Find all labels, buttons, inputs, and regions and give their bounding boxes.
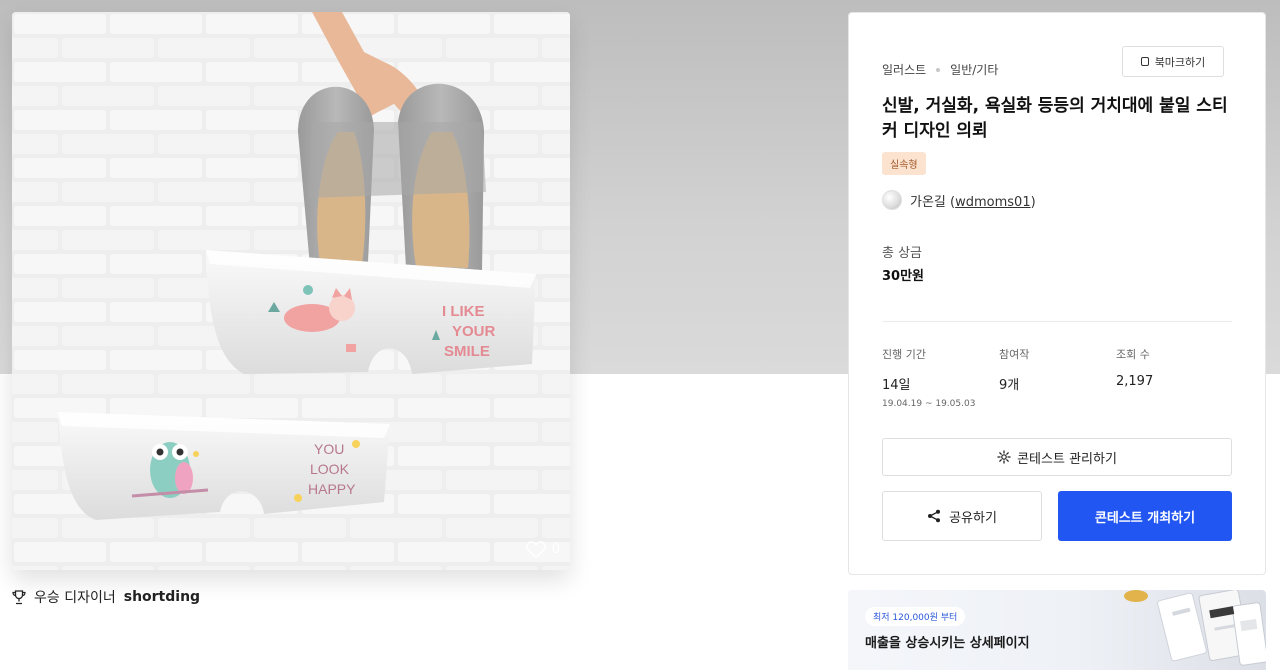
views-value: 2,197 [1116, 374, 1154, 389]
stat-period: 진행 기간 14일 19.04.19 ~ 19.05.03 [882, 346, 975, 409]
entries-value: 9개 [999, 378, 1020, 393]
author-id-link[interactable]: wdmoms01 [955, 195, 1030, 210]
winner-prefix: 우승 디자이너 [34, 590, 116, 606]
bookmark-label: 북마크하기 [1154, 55, 1206, 69]
author-avatar[interactable] [882, 190, 902, 210]
ad-visual-image [1124, 590, 1266, 666]
like-counter[interactable]: 0 [525, 541, 560, 558]
like-count: 0 [551, 542, 560, 557]
contest-info-card: 일러스트 일반/기타 북마크하기 신발, 거실화, 욕실화 등등의 거치대에 붙… [848, 12, 1266, 575]
winner-designer: 우승 디자이너 shortding [12, 587, 200, 607]
manage-contest-label: 콘테스트 관리하기 [1017, 451, 1117, 467]
shelf-bottom-line-2: LOOK [310, 461, 350, 477]
author-name: 가온길 [910, 194, 946, 210]
contest-artwork-image[interactable]: I LIKE YOUR SMILE YOU LOOK HAPPY 0 [12, 12, 570, 570]
stat-views: 조회 수 2,197 [1116, 346, 1153, 389]
stat-entries: 참여작 9개 [999, 346, 1029, 393]
period-label: 진행 기간 [882, 348, 926, 361]
shelf-bottom-line-3: HAPPY [308, 481, 356, 497]
host-contest-button[interactable]: 콘테스트 개최하기 [1058, 491, 1232, 541]
prize-label: 총 상금 [882, 246, 923, 261]
shelf-top-line-3: SMILE [444, 343, 490, 360]
share-button[interactable]: 공유하기 [882, 491, 1042, 541]
category-sub[interactable]: 일반/기타 [950, 61, 998, 78]
category-main[interactable]: 일러스트 [882, 61, 926, 78]
section-divider [882, 321, 1232, 322]
category-separator [936, 67, 941, 72]
heart-icon[interactable] [525, 541, 546, 558]
shelf-top-line-2: YOUR [452, 323, 496, 340]
contest-author[interactable]: 가온길 (wdmoms01) [882, 190, 1036, 210]
share-label: 공유하기 [949, 510, 997, 526]
share-icon [928, 509, 941, 523]
bookmark-button[interactable]: 북마크하기 [1122, 46, 1224, 77]
shelf-top-line-1: I LIKE [442, 303, 485, 320]
ad-headline: 매출을 상승시키는 상세페이지 [865, 636, 1030, 651]
contest-title: 신발, 거실화, 욕실화 등등의 거치대에 붙일 스티커 디자인 의뢰 [882, 96, 1228, 141]
category-breadcrumb: 일러스트 일반/기타 [882, 61, 998, 78]
entries-label: 참여작 [999, 348, 1030, 361]
host-contest-label: 콘테스트 개최하기 [1094, 510, 1196, 526]
gear-icon [997, 450, 1011, 464]
views-label: 조회 수 [1116, 348, 1150, 361]
bookmark-icon [1140, 57, 1149, 66]
artwork-illustration: I LIKE YOUR SMILE YOU LOOK HAPPY [12, 12, 570, 570]
manage-contest-button[interactable]: 콘테스트 관리하기 [882, 438, 1232, 476]
contest-type-badge: 실속형 [882, 152, 926, 175]
winner-name[interactable]: shortding [124, 589, 200, 605]
ad-price-pill: 최저 120,000원 부터 [865, 607, 966, 626]
prize-value: 30만원 [882, 269, 925, 284]
trophy-icon [12, 589, 26, 604]
period-value: 14일 [882, 378, 911, 393]
shelf-bottom-line-1: YOU [314, 441, 344, 457]
ad-banner[interactable]: 최저 120,000원 부터 매출을 상승시키는 상세페이지 [848, 590, 1266, 670]
period-dates: 19.04.19 ~ 19.05.03 [882, 399, 976, 409]
